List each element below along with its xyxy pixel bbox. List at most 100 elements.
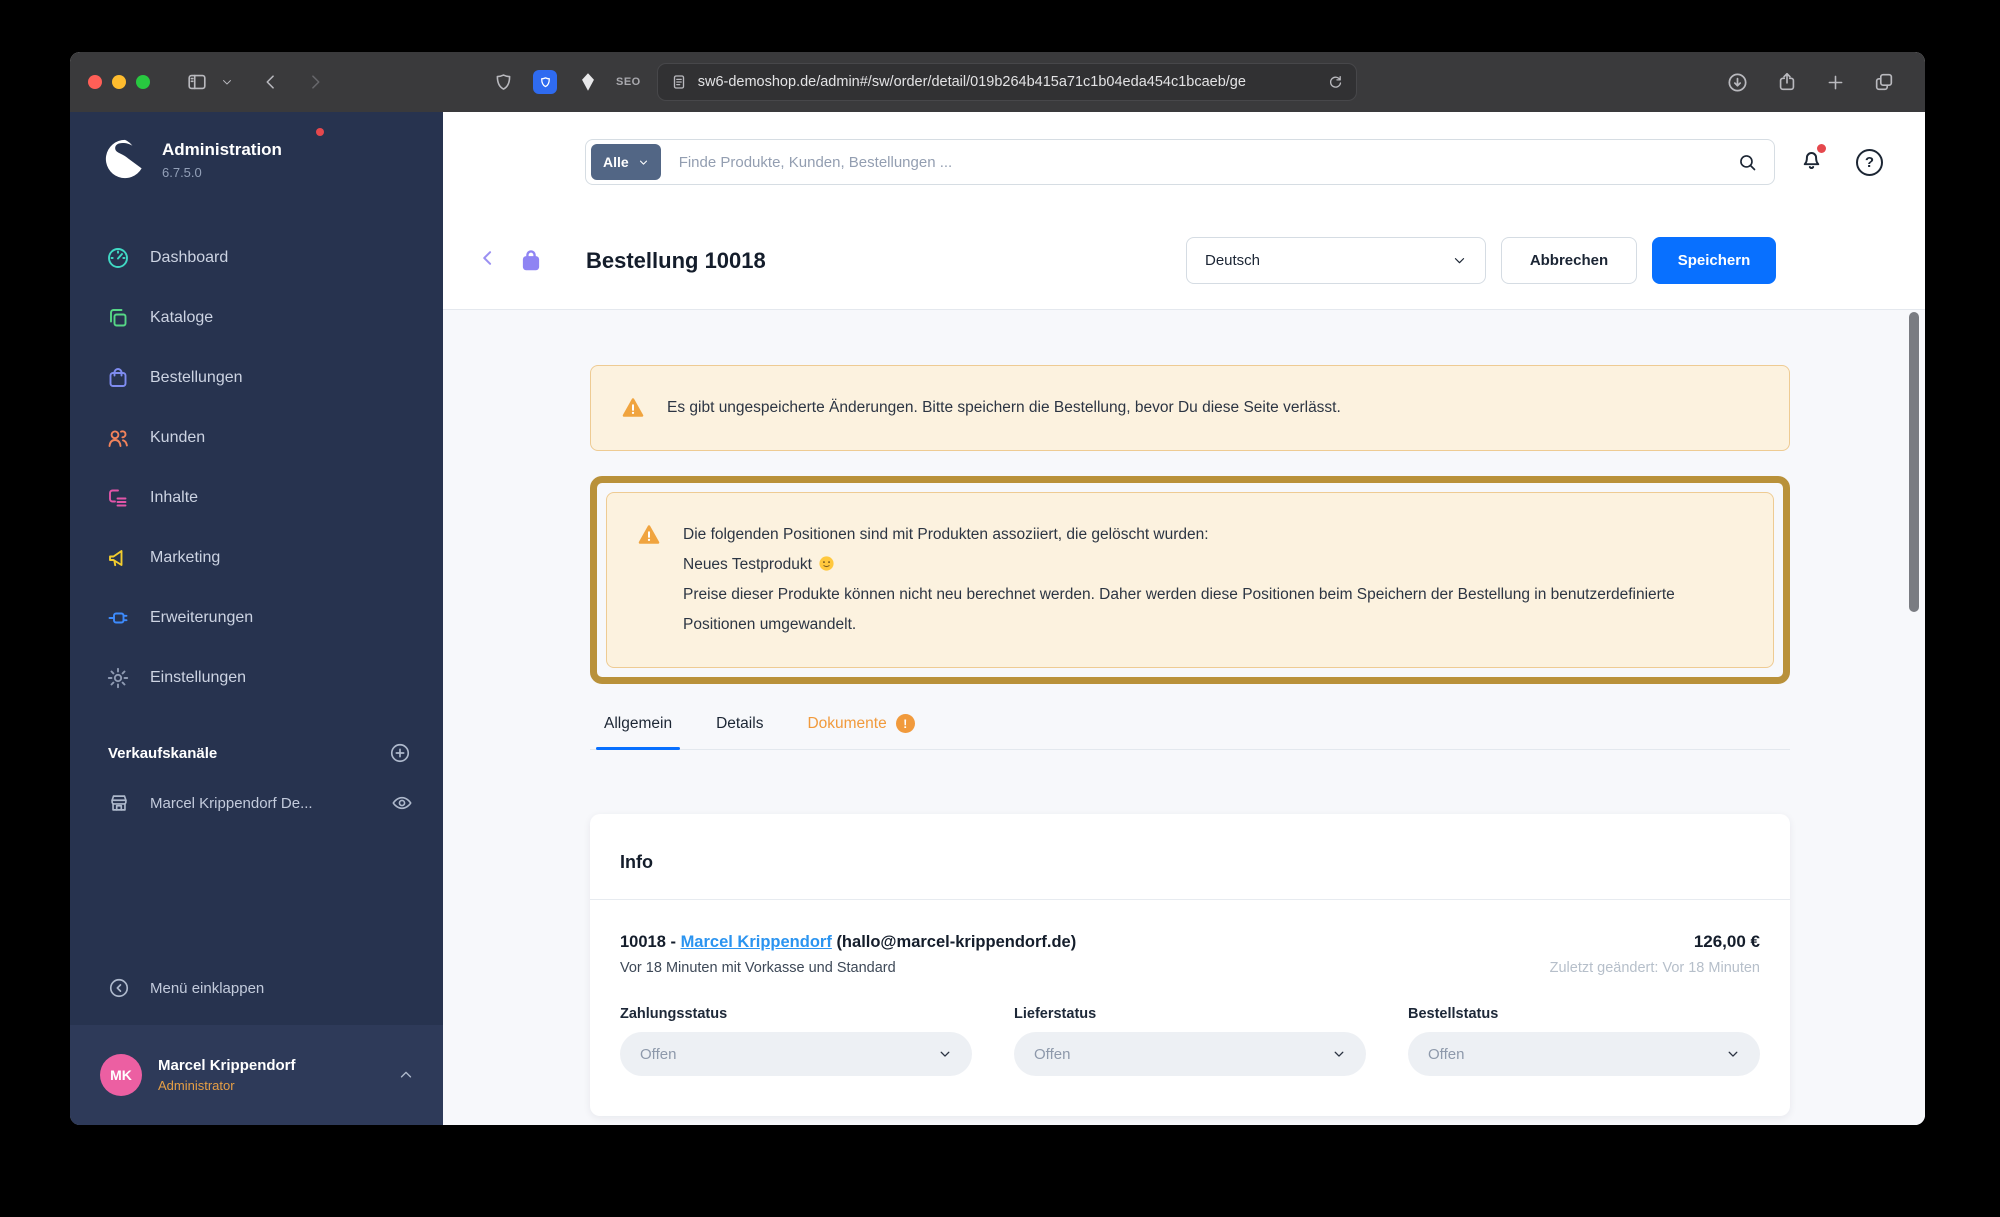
order-status-label: Bestellstatus xyxy=(1408,1006,1760,1022)
order-tabs: Allgemein Details Dokumente ! xyxy=(590,714,1790,750)
sidebar-item-customers[interactable]: Kunden xyxy=(70,408,443,468)
tab-details[interactable]: Details xyxy=(716,714,763,749)
tab-overview-icon[interactable] xyxy=(1873,71,1895,93)
user-name: Marcel Krippendorf xyxy=(158,1057,296,1074)
warning-icon xyxy=(637,523,661,547)
app-logo-row: Administration 6.7.5.0 xyxy=(70,112,443,180)
tab-label: Dokumente xyxy=(807,715,886,733)
catalogues-icon xyxy=(106,306,130,330)
zoom-window-button[interactable] xyxy=(136,75,150,89)
reload-icon[interactable] xyxy=(1327,74,1344,91)
help-button[interactable]: ? xyxy=(1856,149,1883,176)
sidebar-item-marketing[interactable]: Marketing xyxy=(70,528,443,588)
cancel-button[interactable]: Abbrechen xyxy=(1501,237,1637,284)
payment-status-select[interactable]: Offen xyxy=(620,1032,972,1076)
sidebar-toggle-icon[interactable] xyxy=(186,71,208,93)
address-bar[interactable]: sw6-demoshop.de/admin#/sw/order/detail/0… xyxy=(657,63,1357,101)
highlighted-alert-outline: Die folgenden Positionen sind mit Produk… xyxy=(590,476,1790,684)
search-input[interactable] xyxy=(679,154,1737,171)
dashboard-icon xyxy=(106,246,130,270)
sidebar-item-catalogues[interactable]: Kataloge xyxy=(70,288,443,348)
page-settings-icon[interactable] xyxy=(670,73,688,91)
chevron-left-circle-icon xyxy=(108,977,130,999)
app-version: 6.7.5.0 xyxy=(162,165,282,180)
collapse-menu-button[interactable]: Menü einklappen xyxy=(70,977,443,999)
payment-status-label: Zahlungsstatus xyxy=(620,1006,972,1022)
diamond-extension-icon[interactable] xyxy=(577,71,599,93)
chevron-down-icon[interactable] xyxy=(221,76,233,88)
close-window-button[interactable] xyxy=(88,75,102,89)
browser-toolbar: SEO sw6-demoshop.de/admin#/sw/order/deta… xyxy=(70,52,1925,112)
main-area: Alle ? xyxy=(443,112,1925,1125)
app-title: Administration xyxy=(162,138,282,160)
sidebar-item-sales-channel[interactable]: Marcel Krippendorf De... xyxy=(70,792,443,814)
alert-text: Es gibt ungespeicherte Änderungen. Bitte… xyxy=(667,393,1341,423)
payment-status-value: Offen xyxy=(640,1046,676,1063)
tab-warning-badge: ! xyxy=(896,714,915,733)
chevron-up-icon xyxy=(397,1066,415,1084)
delivery-status-value: Offen xyxy=(1034,1046,1070,1063)
order-detail-content: Es gibt ungespeicherte Änderungen. Bitte… xyxy=(443,310,1925,1125)
sidebar-item-settings[interactable]: Einstellungen xyxy=(70,648,443,708)
smart-bar-actions: Deutsch Abbrechen Speichern xyxy=(1186,237,1776,284)
add-sales-channel-icon[interactable] xyxy=(389,742,411,764)
notification-dot xyxy=(1817,144,1826,153)
notifications-button[interactable] xyxy=(1799,147,1824,177)
alert-line-1: Die folgenden Positionen sind mit Produk… xyxy=(683,520,1743,550)
search-scope-dropdown[interactable]: Alle xyxy=(591,144,661,180)
window-controls xyxy=(88,75,150,89)
alert-line-2: Neues Testprodukt xyxy=(683,550,1743,580)
user-menu[interactable]: MK Marcel Krippendorf Administrator xyxy=(70,1025,443,1125)
bitwarden-extension-icon[interactable] xyxy=(533,70,557,94)
chevron-down-icon xyxy=(938,1047,952,1061)
content-icon xyxy=(106,486,130,510)
customer-link[interactable]: Marcel Krippendorf xyxy=(681,933,832,951)
sidebar-item-content[interactable]: Inhalte xyxy=(70,468,443,528)
extensions-icon xyxy=(106,606,130,630)
back-button[interactable] xyxy=(261,72,281,92)
chevron-down-icon xyxy=(1452,253,1467,268)
chevron-down-icon xyxy=(1332,1047,1346,1061)
user-role: Administrator xyxy=(158,1078,296,1093)
back-to-orders-button[interactable] xyxy=(478,248,498,273)
url-text: sw6-demoshop.de/admin#/sw/order/detail/0… xyxy=(698,74,1327,90)
delivery-status-label: Lieferstatus xyxy=(1014,1006,1366,1022)
seo-extension-icon[interactable]: SEO xyxy=(616,76,641,88)
header-icons: ? xyxy=(1799,147,1883,177)
smiley-emoji xyxy=(818,555,835,572)
browser-window: SEO sw6-demoshop.de/admin#/sw/order/deta… xyxy=(70,52,1925,1125)
tab-label: Allgemein xyxy=(604,715,672,733)
eye-icon[interactable] xyxy=(391,792,413,814)
tab-dokumente[interactable]: Dokumente ! xyxy=(807,714,914,749)
update-notification-dot xyxy=(316,128,324,136)
delivery-status-select[interactable]: Offen xyxy=(1014,1032,1366,1076)
settings-icon xyxy=(106,666,130,690)
warning-icon xyxy=(621,396,645,420)
forward-button[interactable] xyxy=(305,72,325,92)
sidebar-item-extensions[interactable]: Erweiterungen xyxy=(70,588,443,648)
share-icon[interactable] xyxy=(1776,71,1798,93)
global-search-bar[interactable]: Alle xyxy=(585,139,1775,185)
sales-channels-heading: Verkaufskanäle xyxy=(108,745,217,762)
minimize-window-button[interactable] xyxy=(112,75,126,89)
order-status-select[interactable]: Offen xyxy=(1408,1032,1760,1076)
order-number: 10018 - xyxy=(620,933,676,951)
sidebar-item-orders[interactable]: Bestellungen xyxy=(70,348,443,408)
info-heading: Info xyxy=(620,852,1760,873)
sidebar-item-label: Inhalte xyxy=(150,489,198,507)
order-bag-icon xyxy=(518,248,544,274)
sidebar-item-dashboard[interactable]: Dashboard xyxy=(70,228,443,288)
scrollbar-thumb[interactable] xyxy=(1909,312,1919,612)
info-card-header: Info xyxy=(590,814,1790,900)
chevron-down-icon xyxy=(638,157,649,168)
language-select[interactable]: Deutsch xyxy=(1186,237,1486,284)
shield-extension-icon[interactable] xyxy=(493,72,514,93)
new-tab-icon[interactable] xyxy=(1825,72,1846,93)
marketing-icon xyxy=(106,546,130,570)
unsaved-changes-alert: Es gibt ungespeicherte Änderungen. Bitte… xyxy=(590,365,1790,451)
save-button[interactable]: Speichern xyxy=(1652,237,1776,284)
downloads-icon[interactable] xyxy=(1726,71,1749,94)
search-icon[interactable] xyxy=(1737,152,1758,173)
tab-allgemein[interactable]: Allgemein xyxy=(604,714,672,749)
admin-app: Administration 6.7.5.0 Dashboard Katalog… xyxy=(70,112,1925,1125)
